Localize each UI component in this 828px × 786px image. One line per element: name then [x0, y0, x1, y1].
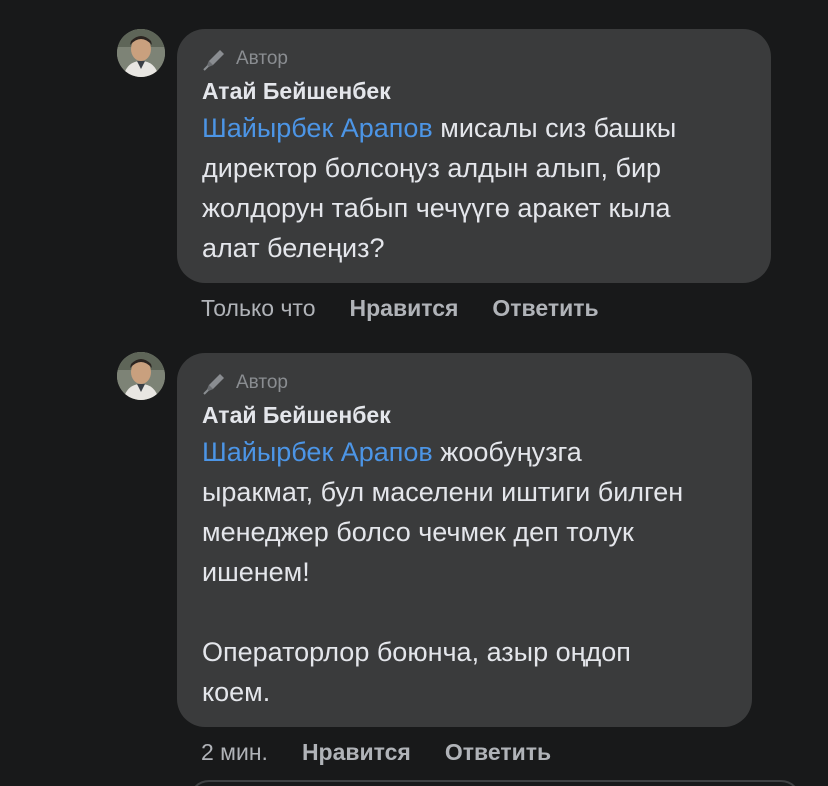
comment-text-line: ыракмат, бул маселени иштиги билген: [202, 477, 684, 507]
author-badge-label: Автор: [236, 48, 288, 69]
comment-text-line: менеджер болсо чечмек деп толук: [202, 517, 634, 547]
reply-button[interactable]: Ответить: [445, 739, 551, 766]
comment-text-line: жолдорун табып чечүүгө аракет кыла: [202, 193, 671, 223]
author-badge: Автор: [202, 45, 745, 73]
author-name[interactable]: Атай Бейшенбек: [202, 75, 745, 107]
timestamp[interactable]: 2 мин.: [201, 739, 268, 766]
avatar[interactable]: [117, 352, 165, 400]
pen-icon: [203, 374, 224, 395]
comment-text: Шайырбек Арапов жообуңузга ыракмат, бул …: [202, 432, 726, 712]
comment-text-line: ишенем!: [202, 557, 310, 587]
comment-text-line: коем.: [202, 677, 271, 707]
comment-bubble: Автор Атай Бейшенбек Шайырбек Арапов мис…: [177, 29, 771, 283]
reply-input[interactable]: [189, 780, 801, 786]
mention-link[interactable]: Шайырбек Арапов: [202, 437, 433, 467]
like-button[interactable]: Нравится: [302, 739, 411, 766]
pen-icon: [203, 50, 224, 71]
comment-text-line: директор болсоңуз алдын алып, бир: [202, 153, 662, 183]
comment-text-line: алат белеңиз?: [202, 233, 385, 263]
comments-thread: Автор Атай Бейшенбек Шайырбек Арапов мис…: [0, 0, 828, 786]
comment-text-line: жообуңузга: [432, 437, 582, 467]
avatar[interactable]: [117, 29, 165, 77]
comment-text-line: Операторлор боюнча, азыр оңдоп: [202, 637, 631, 667]
comment-text: Шайырбек Арапов мисалы сиз башкы директо…: [202, 108, 745, 268]
author-name[interactable]: Атай Бейшенбек: [202, 399, 726, 431]
like-button[interactable]: Нравится: [350, 295, 459, 322]
mention-link[interactable]: Шайырбек Арапов: [202, 113, 433, 143]
author-badge-label: Автор: [236, 372, 288, 393]
comment-bubble: Автор Атай Бейшенбек Шайырбек Арапов жоо…: [177, 353, 752, 727]
comment-text-line: мисалы сиз башкы: [432, 113, 677, 143]
timestamp[interactable]: Только что: [201, 295, 316, 322]
comment-actions: 2 мин. Нравится Ответить: [201, 736, 585, 768]
reply-button[interactable]: Ответить: [492, 295, 598, 322]
author-badge: Автор: [202, 369, 726, 397]
comment-actions: Только что Нравится Ответить: [201, 292, 633, 324]
